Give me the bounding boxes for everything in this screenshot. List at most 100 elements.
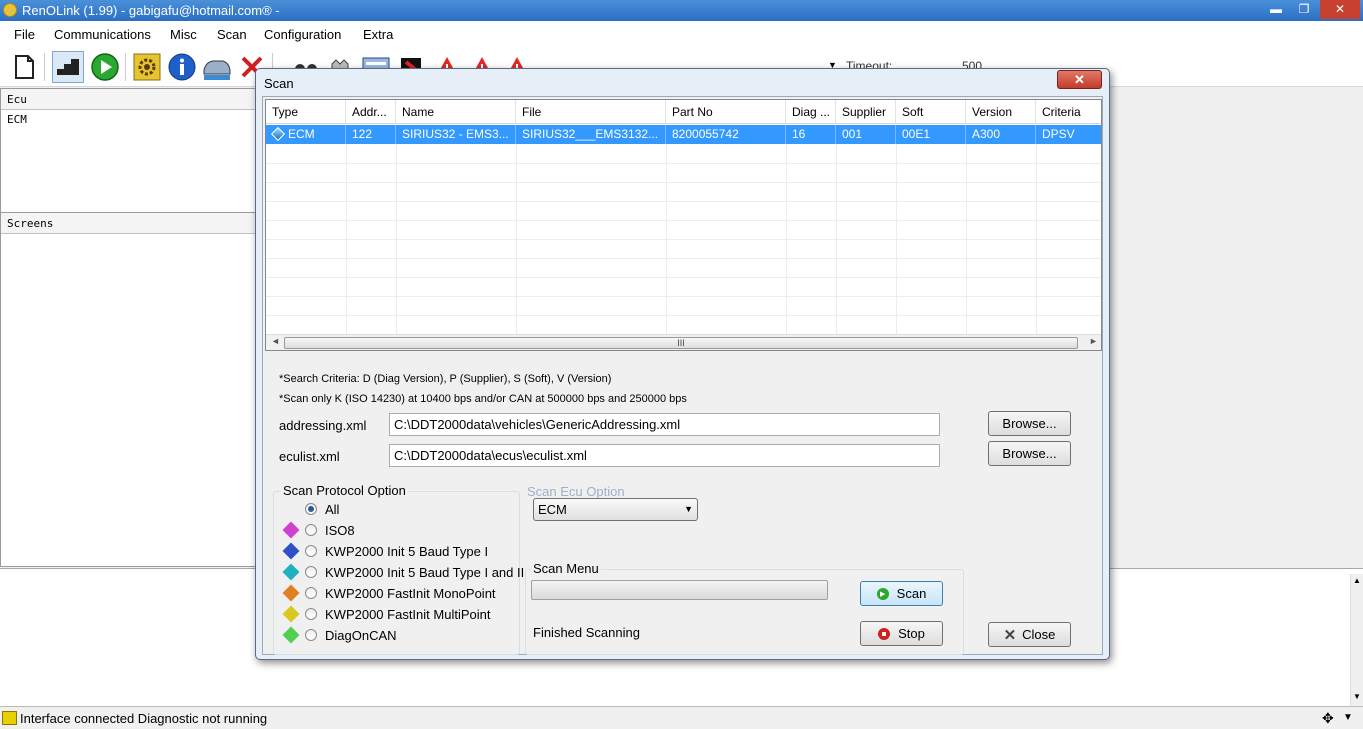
radio-all[interactable] <box>305 503 317 515</box>
radio-iso8[interactable] <box>305 524 317 536</box>
status-indicator-icon <box>2 711 17 725</box>
scan-progress-bar <box>531 580 828 600</box>
close-window-button[interactable]: ✕ <box>1320 0 1360 19</box>
settings-gear-icon[interactable] <box>131 51 163 83</box>
protocol-label-all: All <box>325 501 340 517</box>
protocol-group-title: Scan Protocol Option <box>281 483 408 498</box>
protocol-option-kwp-5baud-i-ii[interactable]: KWP2000 Init 5 Baud Type I and II <box>282 563 525 581</box>
cell-part-no: 8200055742 <box>666 125 786 144</box>
new-file-icon[interactable] <box>8 51 40 83</box>
scroll-right-icon[interactable]: ► <box>1089 336 1098 346</box>
stop-icon <box>878 627 891 640</box>
minimize-button[interactable]: ▬ <box>1262 0 1290 19</box>
radio-kwp-fast-multi[interactable] <box>305 608 317 620</box>
menu-file[interactable]: File <box>14 27 35 42</box>
ecu-results-grid: Type Addr... Name File Part No Diag ... … <box>265 99 1102 351</box>
protocol-label-kwp-5baud-i: KWP2000 Init 5 Baud Type I <box>325 543 489 559</box>
stop-button-label: Stop <box>898 626 925 641</box>
cell-version: A300 <box>966 125 1036 144</box>
protocol-option-kwp-5baud-i[interactable]: KWP2000 Init 5 Baud Type I <box>282 542 489 560</box>
radio-kwp-5baud-i[interactable] <box>305 545 317 557</box>
cell-diag: 16 <box>786 125 836 144</box>
menu-communications[interactable]: Communications <box>54 27 151 42</box>
ecu-option-select[interactable]: ECM ▼ <box>533 498 698 521</box>
protocol-label-kwp-5baud-i-ii: KWP2000 Init 5 Baud Type I and II <box>325 564 525 580</box>
dialog-close-icon[interactable]: ✕ <box>1057 70 1102 89</box>
protocol-option-diagoncan[interactable]: DiagOnCAN <box>282 626 397 644</box>
radio-kwp-5baud-i-ii[interactable] <box>305 566 317 578</box>
cell-address: 122 <box>346 125 396 144</box>
screens-panel: Screens <box>0 212 258 567</box>
eculist-input[interactable] <box>389 444 940 467</box>
protocol-option-kwp-fast-mono[interactable]: KWP2000 FastInit MonoPoint <box>282 584 496 602</box>
scroll-up-icon[interactable]: ▲ <box>1353 576 1361 585</box>
close-x-icon: ✕ <box>1003 626 1017 644</box>
scan-menu-title: Scan Menu <box>531 561 601 576</box>
play-icon: ▶ <box>876 587 889 600</box>
protocol-option-kwp-fast-multi[interactable]: KWP2000 FastInit MultiPoint <box>282 605 491 623</box>
kwp-5baud-i-ii-diamond-icon <box>282 563 300 581</box>
col-version[interactable]: Version <box>966 100 1036 124</box>
col-address[interactable]: Addr... <box>346 100 396 124</box>
title-bar: RenOLink (1.99) - gabigafu@hotmail.com® … <box>0 0 1363 21</box>
col-soft[interactable]: Soft <box>896 100 966 124</box>
close-button-label: Close <box>1022 627 1056 642</box>
start-icon[interactable] <box>89 51 121 83</box>
vertical-scrollbar[interactable]: ▲ ▼ <box>1350 574 1363 706</box>
search-criteria-note: *Search Criteria: D (Diag Version), P (S… <box>279 373 612 385</box>
diagoncan-diamond-icon <box>282 626 300 644</box>
info-icon[interactable] <box>166 51 198 83</box>
chevron-down-icon: ▼ <box>684 504 693 514</box>
interface-icon[interactable] <box>52 51 84 83</box>
app-icon <box>3 3 17 17</box>
stop-button[interactable]: Stop <box>860 621 943 646</box>
menu-bar: File Communications Misc Scan Configurat… <box>0 21 1363 47</box>
dialog-title: Scan <box>264 76 294 91</box>
ecu-list-item[interactable]: ECM <box>1 110 257 129</box>
col-type[interactable]: Type <box>266 100 346 124</box>
screens-header: Screens <box>1 213 257 234</box>
menu-configuration[interactable]: Configuration <box>264 27 341 42</box>
cell-soft: 00E1 <box>896 125 966 144</box>
table-row[interactable]: ECM 122 SIRIUS32 - EMS3... SIRIUS32___EM… <box>266 125 1101 144</box>
status-bar: Interface connected Diagnostic not runni… <box>0 706 1363 729</box>
renolink-window: RenOLink (1.99) - gabigafu@hotmail.com® … <box>0 0 1363 729</box>
scan-bps-note: *Scan only K (ISO 14230) at 10400 bps an… <box>279 393 687 405</box>
grid-header: Type Addr... Name File Part No Diag ... … <box>266 100 1101 124</box>
menu-misc[interactable]: Misc <box>170 27 197 42</box>
radio-kwp-fast-mono[interactable] <box>305 587 317 599</box>
menu-extra[interactable]: Extra <box>363 27 393 42</box>
scan-button[interactable]: ▶ Scan <box>860 581 943 606</box>
addressing-input[interactable] <box>389 413 940 436</box>
protocol-label-kwp-fast-multi: KWP2000 FastInit MultiPoint <box>325 606 491 622</box>
kwp-fast-mono-diamond-icon <box>282 584 300 602</box>
scroll-down-icon[interactable]: ▼ <box>1353 692 1361 701</box>
cell-criteria: DPSV <box>1042 127 1075 141</box>
col-part-no[interactable]: Part No <box>666 100 786 124</box>
status-dropdown-icon[interactable]: ▼ <box>1343 712 1353 723</box>
col-file[interactable]: File <box>516 100 666 124</box>
browse-addressing-button[interactable]: Browse... <box>988 411 1071 436</box>
col-supplier[interactable]: Supplier <box>836 100 896 124</box>
browse-eculist-button[interactable]: Browse... <box>988 441 1071 466</box>
close-button[interactable]: ✕ Close <box>988 622 1071 647</box>
protocol-option-iso8[interactable]: ISO8 <box>282 521 355 539</box>
iso8-diamond-icon <box>282 521 300 539</box>
ecu-option-value: ECM <box>538 502 567 517</box>
col-name[interactable]: Name <box>396 100 516 124</box>
kwp-fast-multi-diamond-icon <box>282 605 300 623</box>
col-diag[interactable]: Diag ... <box>786 100 836 124</box>
dialog-body: Type Addr... Name File Part No Diag ... … <box>262 96 1103 655</box>
maximize-button[interactable]: ❐ <box>1290 0 1318 19</box>
col-criteria[interactable]: Criteria <box>1036 100 1101 124</box>
cell-type: ECM <box>282 125 346 144</box>
radio-diagoncan[interactable] <box>305 629 317 641</box>
car-icon[interactable] <box>201 51 233 83</box>
scroll-thumb[interactable]: III <box>284 337 1078 349</box>
menu-scan[interactable]: Scan <box>217 27 247 42</box>
scan-status-text: Finished Scanning <box>533 625 640 640</box>
horizontal-scrollbar[interactable]: ◄ III ► <box>266 334 1101 350</box>
ecu-option-title: Scan Ecu Option <box>527 484 625 499</box>
scroll-left-icon[interactable]: ◄ <box>271 336 280 346</box>
protocol-option-all[interactable]: All <box>283 500 339 518</box>
